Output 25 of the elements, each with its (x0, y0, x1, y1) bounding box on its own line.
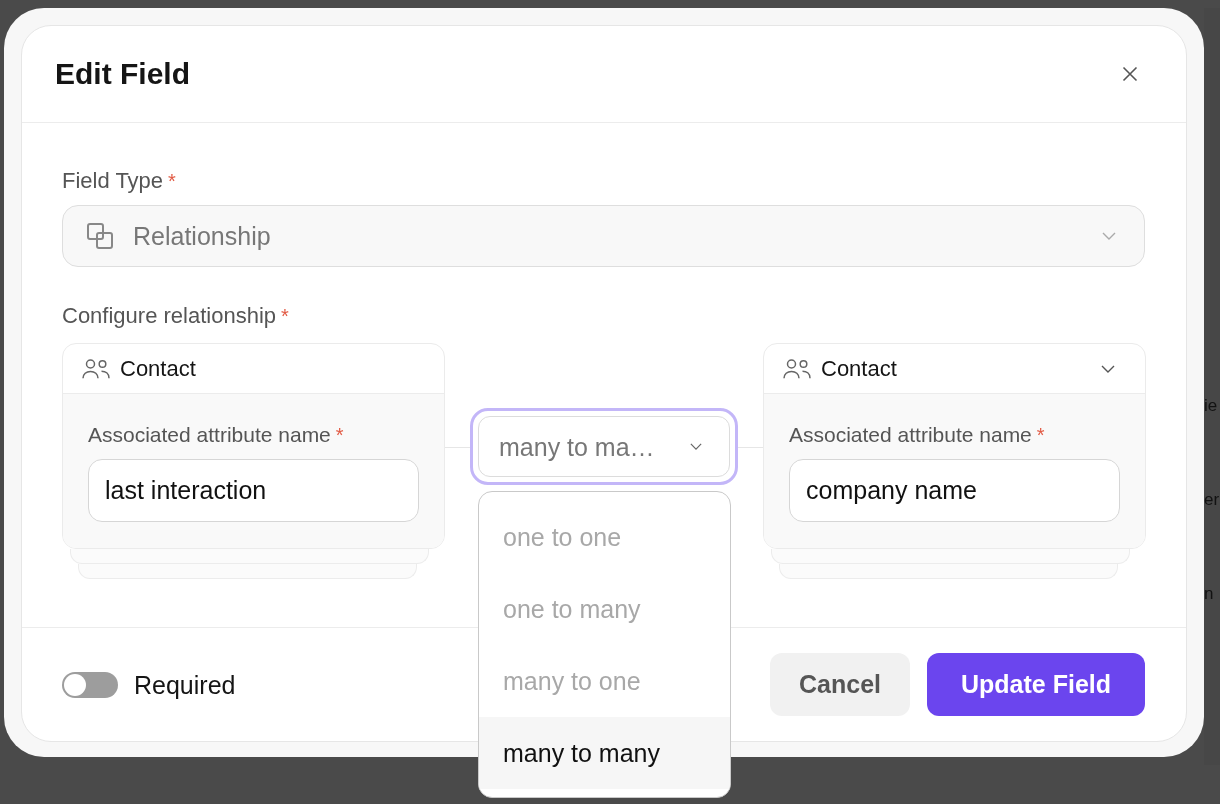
close-icon (1122, 66, 1138, 82)
required-mark: * (168, 169, 176, 194)
required-mark: * (335, 423, 344, 448)
entity-name: Contact (120, 355, 197, 382)
people-icon (82, 358, 110, 379)
submit-button[interactable]: Update Field (927, 653, 1145, 716)
attribute-input[interactable]: company name (789, 459, 1120, 522)
dropdown-option[interactable]: many to many (479, 717, 730, 789)
toggle-switch[interactable] (62, 671, 118, 698)
chevron-down-icon (1102, 232, 1116, 240)
section-label: Configure relationship (62, 303, 277, 329)
cardinality-select[interactable]: many to ma… (470, 408, 738, 485)
required-mark: * (281, 304, 289, 329)
attribute-label: Associated attribute name (789, 422, 1032, 448)
people-icon (783, 358, 811, 379)
chevron-down-icon (1101, 364, 1115, 373)
attribute-input[interactable]: last interaction (88, 459, 419, 522)
overlapping-squares-icon (87, 223, 113, 249)
chevron-down-icon (690, 443, 702, 450)
attribute-label: Associated attribute name (88, 422, 331, 448)
dialog-title: Edit Field (55, 56, 190, 92)
toggle-label: Required (134, 669, 236, 700)
field-label: Field Type (62, 168, 164, 194)
cancel-button[interactable]: Cancel (770, 653, 910, 716)
required-mark: * (1036, 423, 1045, 448)
